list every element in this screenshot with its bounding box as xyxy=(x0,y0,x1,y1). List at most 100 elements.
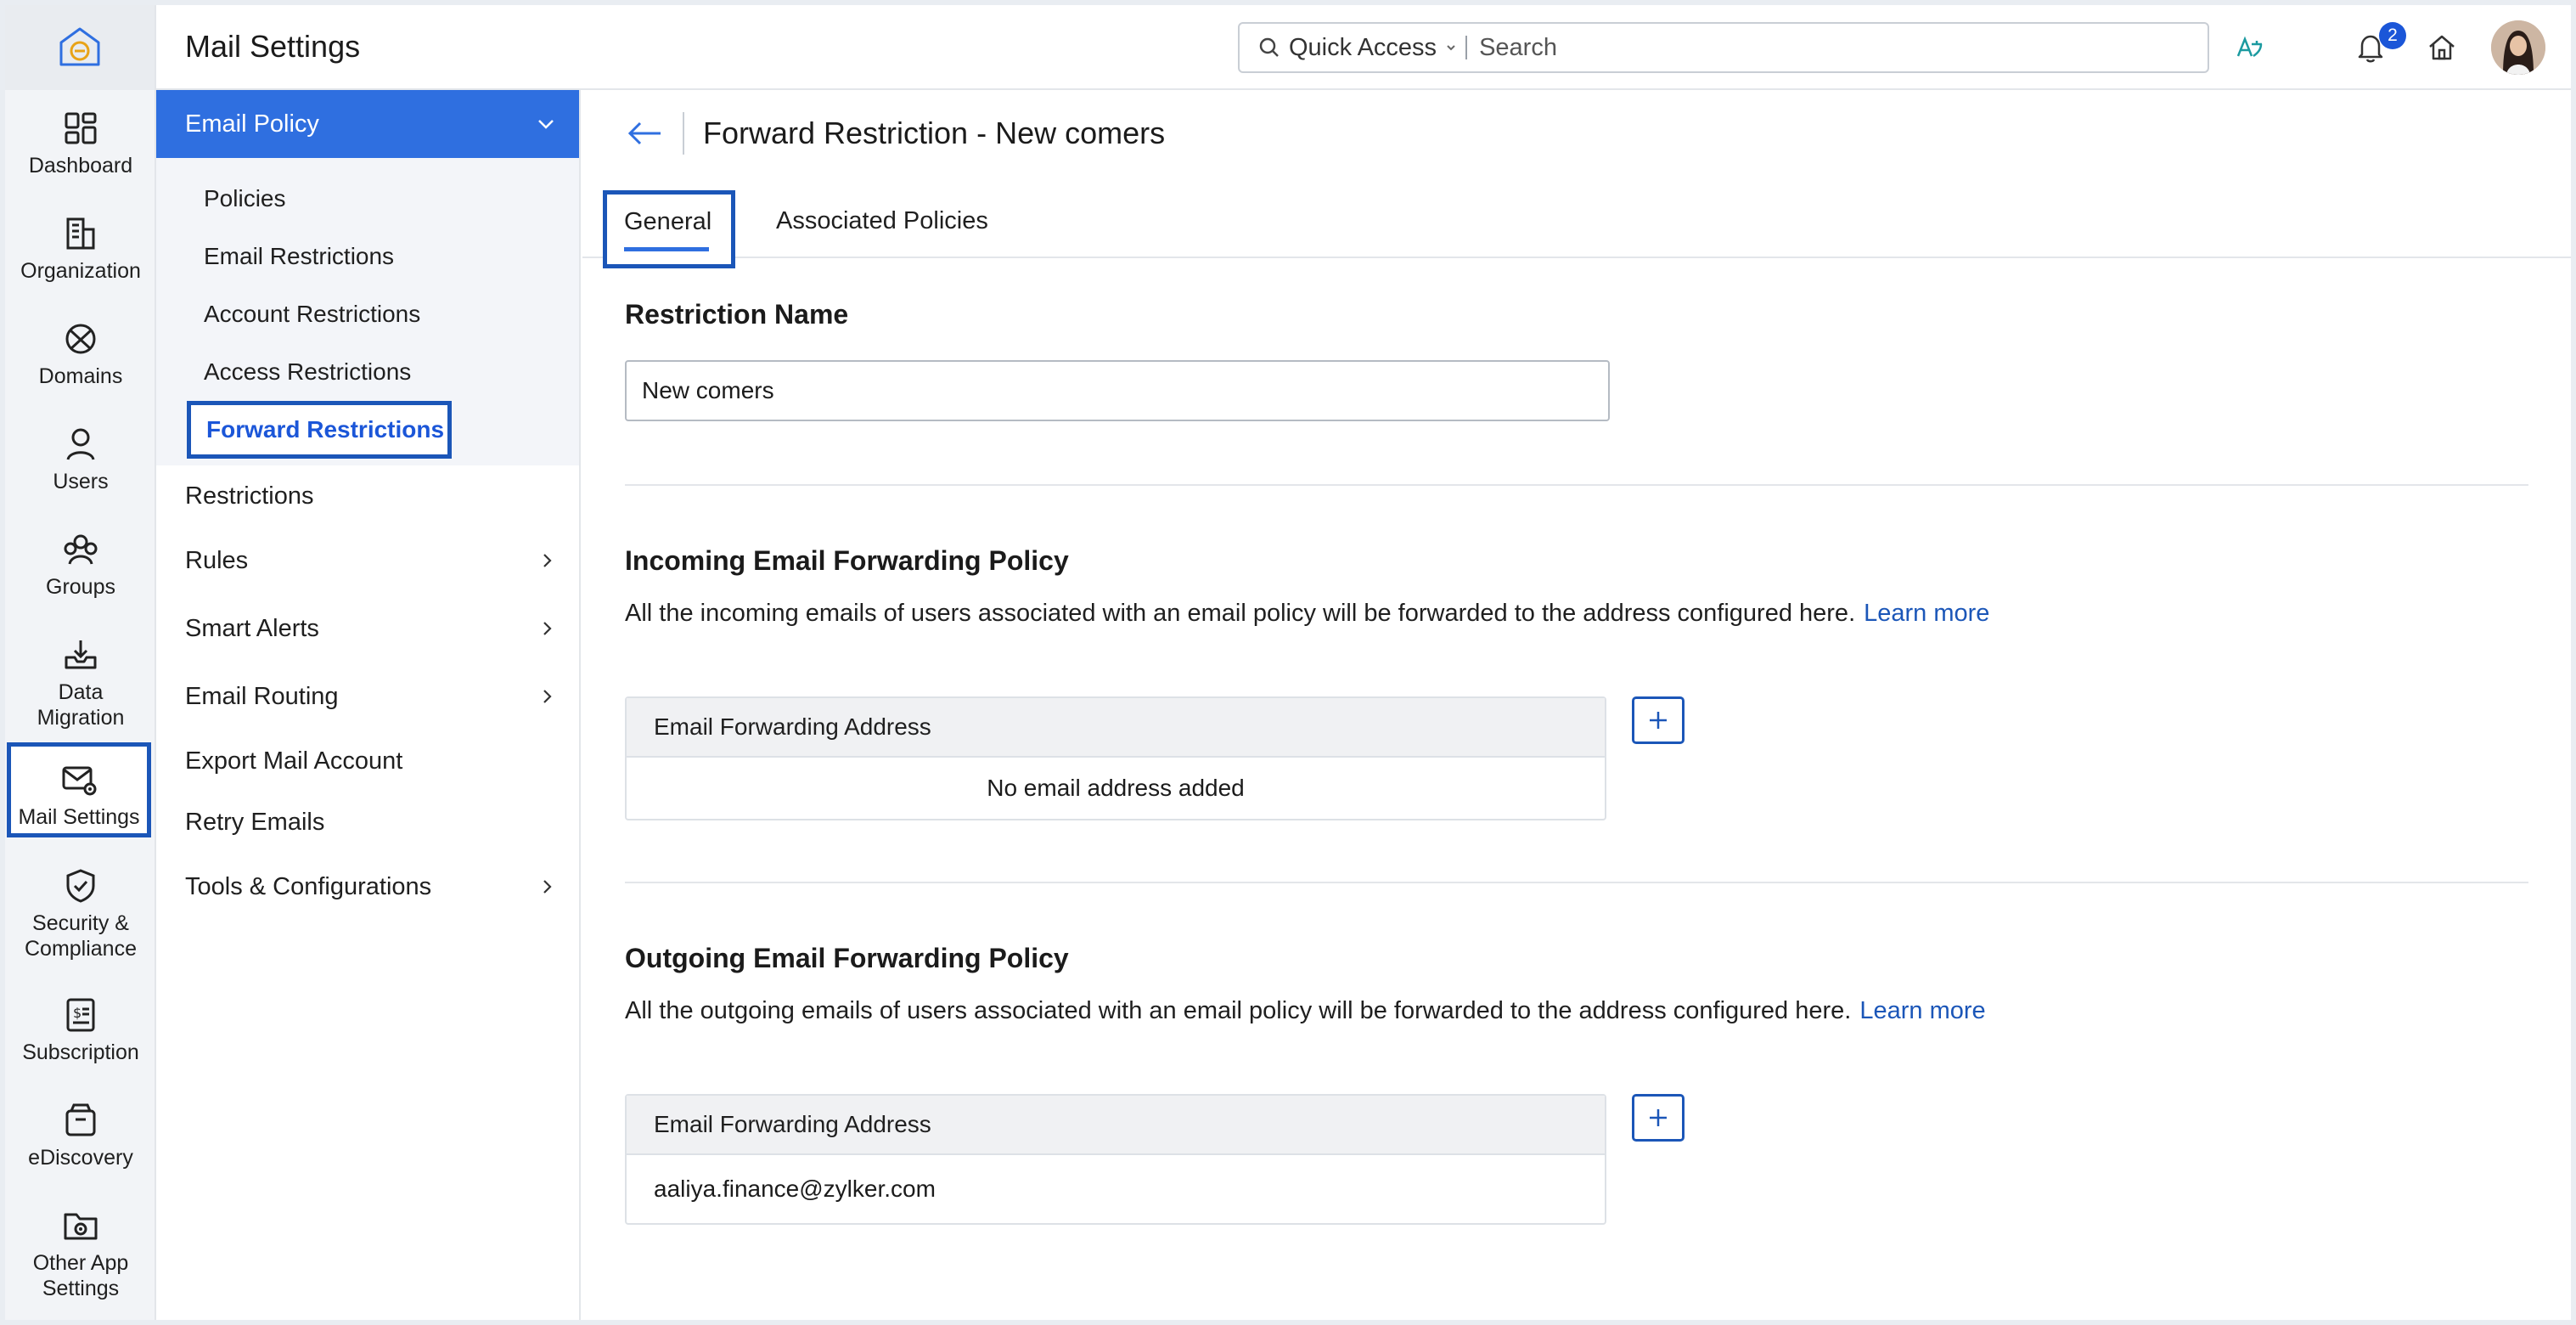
tab-bar: General Associated Policies xyxy=(582,185,2571,268)
sidebar-item-label: Smart Alerts xyxy=(185,614,319,642)
description-text: All the incoming emails of users associa… xyxy=(625,600,1856,627)
sidebar-item-smart-alerts[interactable]: Smart Alerts xyxy=(156,595,579,662)
rail-label: eDiscovery xyxy=(28,1146,133,1170)
incoming-policy-description: All the incoming emails of users associa… xyxy=(625,600,1989,628)
plus-icon xyxy=(1650,712,1667,729)
top-header: Mail Settings Quick Access Search 2 xyxy=(156,5,2571,90)
sidebar-item-label: Tools & Configurations xyxy=(185,872,432,900)
settings-sidebar: Email Policy Policies Email Restrictions… xyxy=(156,90,581,1320)
avatar[interactable] xyxy=(2491,20,2545,75)
sidebar-item-export-mail-account[interactable]: Export Mail Account xyxy=(156,730,579,792)
page-header-title: Mail Settings xyxy=(185,29,361,64)
chevron-right-icon xyxy=(543,880,552,894)
rail-item-security-compliance[interactable]: Security & Compliance xyxy=(5,866,156,961)
add-incoming-address-button[interactable] xyxy=(1632,696,1685,744)
rail-item-organization[interactable]: Organization xyxy=(5,214,156,284)
search-input[interactable]: Search xyxy=(1479,34,1557,62)
folder-gear-icon xyxy=(64,1213,98,1240)
divider xyxy=(625,882,2528,883)
rail-label: Users xyxy=(53,470,109,493)
rail-item-users[interactable]: Users xyxy=(5,425,156,494)
app-logo[interactable] xyxy=(5,5,155,90)
empty-state-text: No email address added xyxy=(987,775,1245,801)
tab-general[interactable]: General xyxy=(603,190,735,268)
sidebar-item-tools-configurations[interactable]: Tools & Configurations xyxy=(156,853,579,921)
mail-gear-icon xyxy=(62,766,97,796)
rail-label: Other App Settings xyxy=(32,1251,129,1300)
email-policy-submenu: Policies Email Restrictions Account Rest… xyxy=(156,158,579,465)
notification-badge: 2 xyxy=(2379,22,2406,49)
restriction-name-label: Restriction Name xyxy=(625,299,849,330)
table-header: Email Forwarding Address xyxy=(627,1096,1605,1155)
sidebar-item-label: Email Routing xyxy=(185,682,339,710)
rail-label: Groups xyxy=(46,575,115,599)
search-bar[interactable]: Quick Access Search xyxy=(1238,22,2209,73)
learn-more-link[interactable]: Learn more xyxy=(1864,600,1989,627)
rail-item-dashboard[interactable]: Dashboard xyxy=(5,109,156,178)
quick-access-label: Quick Access xyxy=(1289,33,1437,61)
chevron-down-icon xyxy=(538,120,554,129)
globe-icon xyxy=(65,324,96,354)
quick-access-dropdown[interactable]: Quick Access xyxy=(1240,34,1457,62)
rail-item-other-app-settings[interactable]: Other App Settings xyxy=(5,1206,156,1301)
rail-item-subscription[interactable]: $ Subscription xyxy=(5,995,156,1065)
page-title-row: Forward Restriction - New comers xyxy=(625,112,1165,155)
divider xyxy=(625,484,2528,486)
outgoing-address-table: Email Forwarding Address aaliya.finance@… xyxy=(625,1094,1606,1225)
sidebar-item-forward-restrictions[interactable]: Forward Restrictions xyxy=(187,401,452,459)
sidebar-item-rules[interactable]: Rules xyxy=(156,527,579,595)
tab-label: General xyxy=(624,208,712,235)
restriction-name-input[interactable] xyxy=(625,360,1610,421)
sidebar-item-access-restrictions[interactable]: Access Restrictions xyxy=(156,343,579,401)
chevron-down-icon xyxy=(1447,45,1455,51)
main-content: Forward Restriction - New comers General… xyxy=(582,90,2571,1320)
table-row[interactable]: aaliya.finance@zylker.com xyxy=(627,1155,1605,1223)
sidebar-item-retry-emails[interactable]: Retry Emails xyxy=(156,792,579,853)
incoming-address-table: Email Forwarding Address No email addres… xyxy=(625,696,1606,820)
archive-box-icon xyxy=(65,1103,96,1136)
sidebar-item-email-restrictions[interactable]: Email Restrictions xyxy=(156,228,579,285)
active-tab-indicator xyxy=(624,247,709,251)
chevron-right-icon xyxy=(543,622,552,635)
plus-icon xyxy=(1650,1109,1667,1126)
sidebar-item-account-restrictions[interactable]: Account Restrictions xyxy=(156,285,579,343)
rail-item-ediscovery[interactable]: eDiscovery xyxy=(5,1101,156,1170)
rail-label: Security & Compliance xyxy=(24,911,137,961)
table-header: Email Forwarding Address xyxy=(627,698,1605,758)
back-arrow-icon[interactable] xyxy=(625,116,664,150)
receipt-dollar-icon: $ xyxy=(66,998,95,1032)
rail-item-data-migration[interactable]: Data Migration xyxy=(5,635,156,730)
add-outgoing-address-button[interactable] xyxy=(1632,1094,1685,1142)
rail-item-groups[interactable]: Groups xyxy=(5,530,156,600)
search-icon xyxy=(1259,37,1279,57)
rail-label: Organization xyxy=(20,259,141,283)
rail-label: Mail Settings xyxy=(18,805,140,829)
tab-associated-policies[interactable]: Associated Policies xyxy=(776,207,988,235)
sidebar-item-label: Retry Emails xyxy=(185,808,325,836)
outgoing-policy-description: All the outgoing emails of users associa… xyxy=(625,997,1986,1025)
grid-icon xyxy=(65,112,97,144)
user-icon xyxy=(66,428,95,460)
group-icon xyxy=(64,534,98,565)
sidebar-group-label: Email Policy xyxy=(185,110,319,138)
translate-icon[interactable] xyxy=(2233,31,2267,65)
learn-more-link[interactable]: Learn more xyxy=(1859,997,1985,1024)
building-icon xyxy=(66,217,95,250)
sidebar-item-email-routing[interactable]: Email Routing xyxy=(156,662,579,730)
rail-item-mail-settings[interactable]: Mail Settings xyxy=(7,742,151,837)
title-separator xyxy=(683,112,684,155)
shield-check-icon xyxy=(66,869,95,903)
sidebar-group-email-policy[interactable]: Email Policy xyxy=(156,90,579,158)
rail-label: Domains xyxy=(38,364,123,388)
rail-item-domains[interactable]: Domains xyxy=(5,319,156,389)
user-photo-icon xyxy=(2491,20,2545,75)
rail-label: Subscription xyxy=(22,1040,139,1064)
logo-icon xyxy=(59,27,100,66)
chevron-right-icon xyxy=(543,554,552,567)
outgoing-policy-title: Outgoing Email Forwarding Policy xyxy=(625,943,1069,973)
app-rail: Dashboard Organization Domains Users Gro… xyxy=(5,5,156,1320)
sidebar-item-label: Restrictions xyxy=(185,482,314,510)
sidebar-item-restrictions[interactable]: Restrictions xyxy=(156,465,579,527)
home-icon[interactable] xyxy=(2425,31,2459,65)
sidebar-item-policies[interactable]: Policies xyxy=(156,170,579,228)
